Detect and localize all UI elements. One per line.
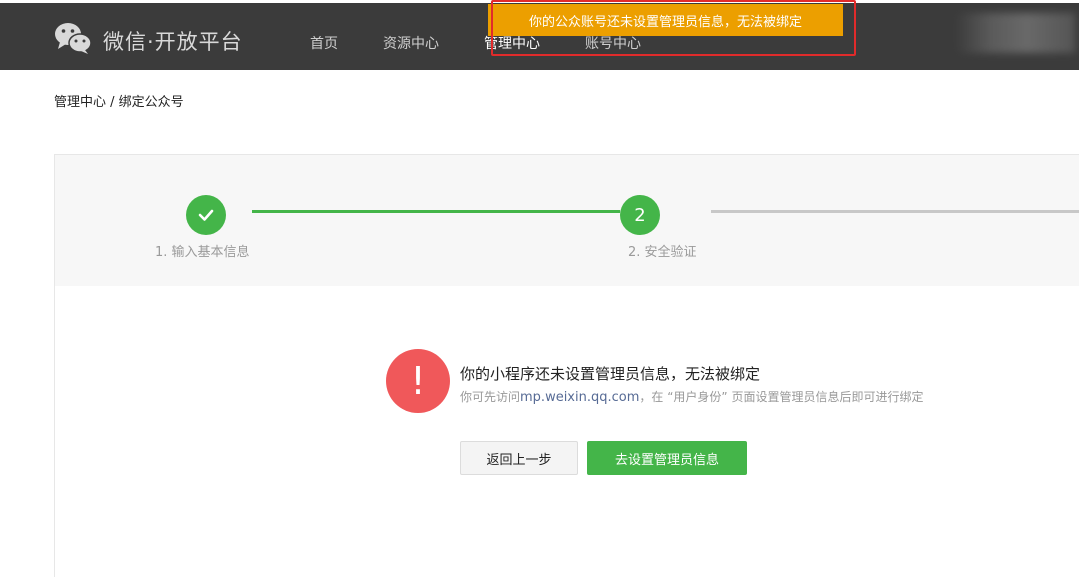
bind-panel: 2 1. 输入基本信息 2. 安全验证 ! 你的小程序还未设置管理员信息，无法被…: [54, 154, 1079, 577]
message-sub-prefix: 你可先访问: [460, 390, 521, 404]
user-avatar-blurred[interactable]: [955, 13, 1075, 53]
back-button[interactable]: 返回上一步: [460, 441, 578, 475]
steps-bar: 2 1. 输入基本信息 2. 安全验证: [55, 155, 1079, 286]
message-title: 你的小程序还未设置管理员信息，无法被绑定: [460, 365, 761, 383]
toast-highlight-outline: [491, 0, 856, 56]
mp-weixin-link[interactable]: mp.weixin.qq.com: [520, 390, 639, 405]
message-subtitle: 你可先访问mp.weixin.qq.com，在 “用户身份” 页面设置管理员信息…: [460, 388, 923, 405]
step-line-done: [252, 210, 620, 213]
error-alert-icon: !: [386, 349, 450, 413]
nav-home[interactable]: 首页: [310, 33, 338, 53]
wechat-logo-icon: [55, 23, 92, 54]
step-2-current-circle: 2: [620, 195, 660, 235]
brand-title: 微信·开放平台: [103, 30, 243, 54]
nav-resource-center[interactable]: 资源中心: [383, 33, 439, 53]
breadcrumb: 管理中心 / 绑定公众号: [54, 95, 184, 110]
setup-admin-button[interactable]: 去设置管理员信息: [587, 441, 747, 475]
step-2-label: 2. 安全验证: [628, 245, 697, 260]
step-line-pending: [711, 210, 1079, 213]
step-1-label: 1. 输入基本信息: [155, 245, 250, 260]
message-sub-suffix: ，在 “用户身份” 页面设置管理员信息后即可进行绑定: [639, 390, 924, 404]
step-1-done-circle: [186, 195, 226, 235]
check-icon: [198, 209, 214, 221]
